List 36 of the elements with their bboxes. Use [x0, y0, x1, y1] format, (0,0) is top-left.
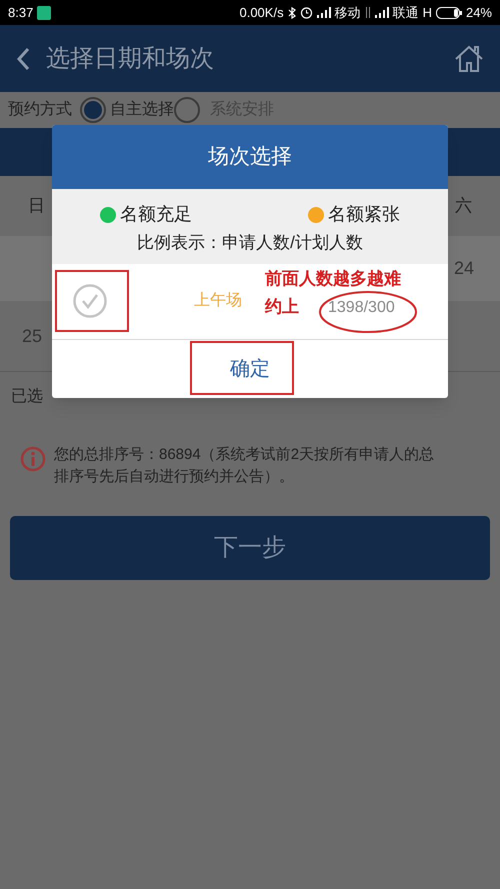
session-name: 上午场: [194, 290, 242, 311]
dialog-title: 场次选择: [52, 125, 448, 189]
back-icon[interactable]: [16, 46, 30, 70]
legend-label: 名额紧张: [328, 203, 400, 226]
legend-label: 名额充足: [120, 203, 192, 226]
data-arrows-icon: [364, 7, 371, 18]
weekday-label: 六: [455, 195, 472, 218]
carrier-name: 移动: [334, 4, 361, 22]
notice-text: 您的总排序号：86894（系统考试前2天按所有申请人的总排序号先后自动进行预约并公告）。: [54, 445, 436, 487]
status-time: 8:37: [8, 4, 34, 22]
annotation-note: 前面人数越多越难: [265, 268, 401, 290]
ratio-value: 1398/300: [328, 298, 395, 318]
bluetooth-icon: [288, 6, 296, 18]
date-cell[interactable]: 24: [454, 255, 474, 282]
signal-icon: [316, 7, 331, 18]
home-icon[interactable]: [454, 44, 484, 74]
info-icon: [20, 446, 46, 472]
annotation-note: 约上: [265, 296, 299, 318]
next-button[interactable]: 下一步: [10, 516, 490, 580]
network-type: H: [422, 4, 432, 22]
selected-label: 已选: [11, 386, 43, 407]
ratio-note: 比例表示：申请人数/计划人数: [136, 232, 364, 254]
alarm-icon: [300, 6, 313, 19]
network-speed: 0.00K/s: [239, 4, 284, 22]
confirm-button[interactable]: 确定: [52, 340, 448, 398]
date-cell[interactable]: 25: [22, 322, 42, 350]
radio-option[interactable]: 自主选择: [80, 96, 174, 122]
weekday-label: 日: [28, 195, 45, 218]
check-circle[interactable]: [72, 283, 108, 319]
app-notification-icon: [37, 6, 52, 20]
carrier-name: 联通: [392, 4, 419, 22]
field-label: 预约方式: [8, 100, 72, 120]
signal-icon: [374, 7, 389, 18]
battery-level: 24%: [466, 4, 492, 22]
battery-icon: [436, 6, 462, 18]
page-title: 选择日期和场次: [46, 44, 214, 74]
